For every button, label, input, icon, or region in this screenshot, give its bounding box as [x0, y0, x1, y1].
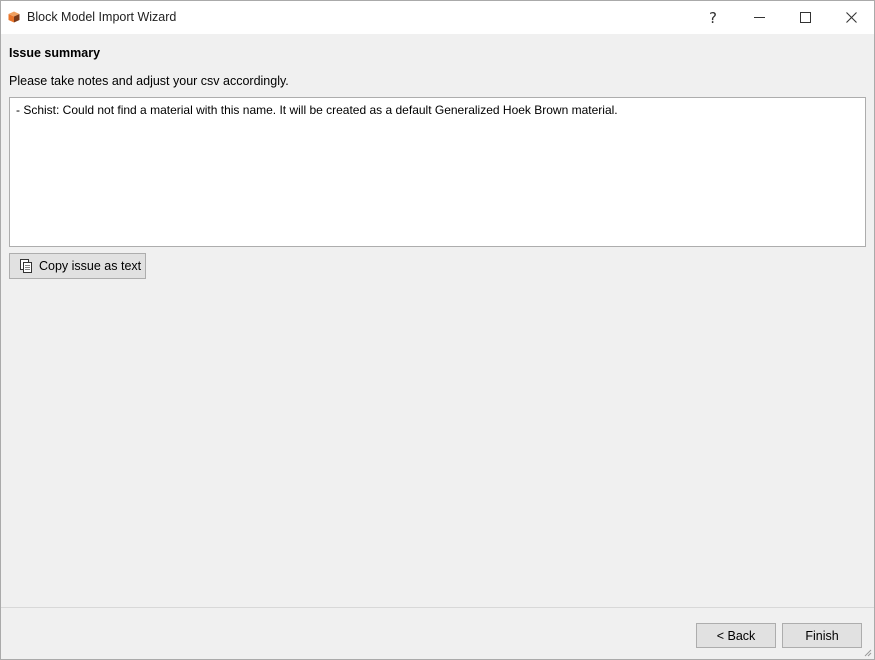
maximize-icon — [799, 12, 811, 23]
issue-line: - Schist: Could not find a material with… — [16, 103, 618, 117]
issue-text-area[interactable]: - Schist: Could not find a material with… — [9, 97, 866, 247]
finish-button-label: Finish — [805, 628, 839, 643]
copy-issue-label: Copy issue as text — [39, 259, 142, 273]
maximize-button[interactable] — [782, 1, 828, 34]
help-button[interactable]: ? — [690, 1, 736, 34]
close-icon — [845, 12, 857, 23]
page-heading: Issue summary — [9, 46, 101, 60]
block-model-app-icon — [8, 11, 20, 23]
resize-grip-icon[interactable] — [862, 647, 872, 657]
back-button[interactable]: < Back — [696, 623, 776, 648]
footer-divider — [1, 607, 874, 608]
copy-issue-button[interactable]: Copy issue as text — [9, 253, 146, 279]
back-button-label: < Back — [716, 628, 756, 643]
window-title: Block Model Import Wizard — [27, 10, 177, 24]
instruction-text: Please take notes and adjust your csv ac… — [9, 74, 289, 88]
close-button[interactable] — [828, 1, 874, 34]
finish-button[interactable]: Finish — [782, 623, 862, 648]
copy-icon — [20, 259, 32, 273]
minimize-button[interactable] — [736, 1, 782, 34]
minimize-icon — [753, 17, 765, 18]
wizard-window: Block Model Import Wizard ? Issue summar… — [0, 0, 875, 660]
title-bar[interactable]: Block Model Import Wizard ? — [1, 1, 874, 34]
